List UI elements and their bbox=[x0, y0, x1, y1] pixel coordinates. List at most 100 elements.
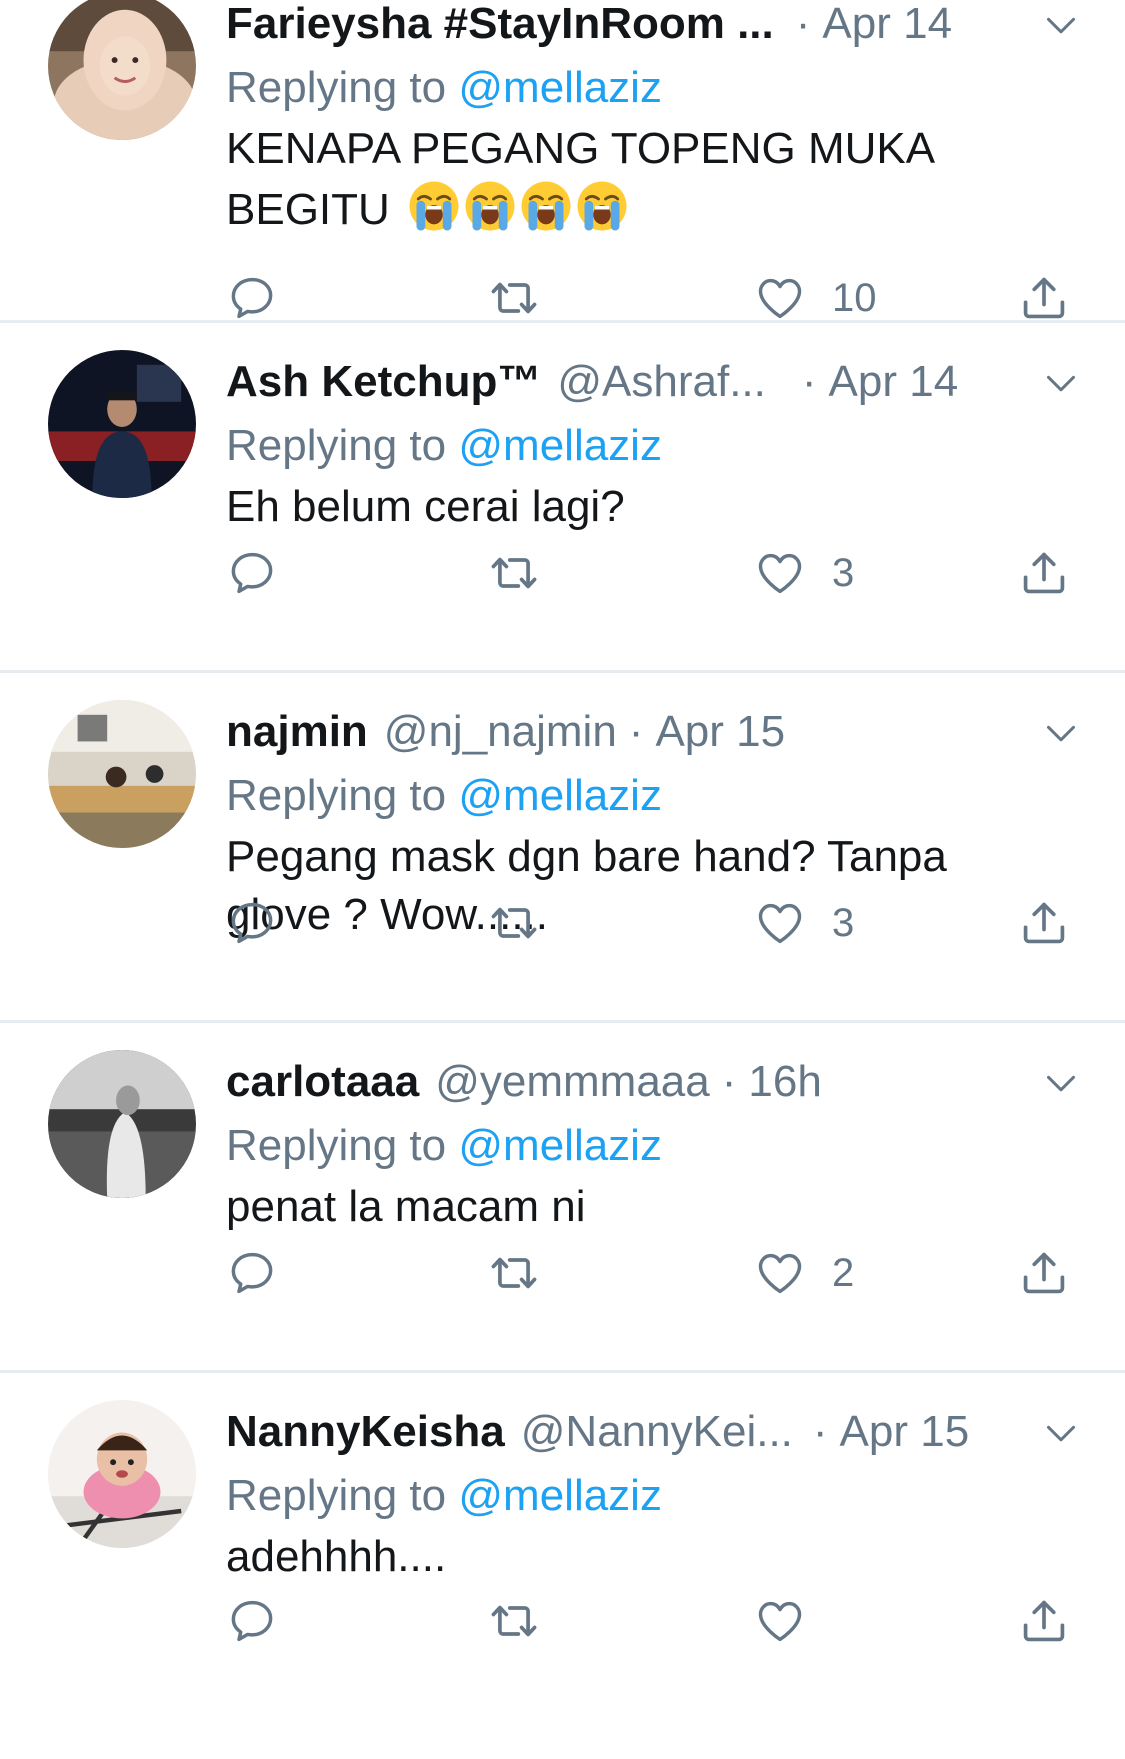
like-button[interactable]: 10 bbox=[754, 268, 877, 328]
timestamp[interactable]: Apr 15 bbox=[655, 707, 785, 757]
display-name[interactable]: carlotaaa bbox=[226, 1057, 419, 1107]
separator-dot: · bbox=[628, 707, 644, 756]
action-bar: 10 bbox=[226, 268, 1085, 328]
mention-link[interactable]: @mellaziz bbox=[458, 421, 662, 470]
heart-icon bbox=[754, 897, 806, 949]
reply-button[interactable] bbox=[226, 1243, 278, 1303]
reply-button[interactable] bbox=[226, 893, 278, 953]
share-button[interactable] bbox=[1018, 543, 1070, 603]
avatar[interactable] bbox=[48, 1050, 196, 1198]
heart-icon bbox=[754, 1595, 806, 1647]
like-count: 2 bbox=[832, 1250, 855, 1295]
reply-tweet[interactable]: Farieysha #StayInRoom ... · Apr 14 Reply… bbox=[0, 0, 1125, 323]
like-button[interactable]: 3 bbox=[754, 543, 854, 603]
reply-tweet[interactable]: carlotaaa @yemmmaaa · 16h Replying to @m… bbox=[0, 1023, 1125, 1373]
like-button[interactable]: 2 bbox=[754, 1243, 854, 1303]
reply-icon bbox=[226, 1247, 278, 1299]
like-button[interactable] bbox=[754, 1591, 832, 1651]
replying-to: Replying to @mellaziz bbox=[226, 56, 1085, 120]
reply-tweet[interactable]: najmin @nj_najmin · Apr 15 Replying to @… bbox=[0, 673, 1125, 1023]
mention-link[interactable]: @mellaziz bbox=[458, 771, 662, 820]
loudly-crying-face-icon bbox=[462, 178, 518, 234]
avatar[interactable] bbox=[48, 0, 196, 140]
reply-icon bbox=[226, 1595, 278, 1647]
retweet-icon bbox=[488, 1247, 540, 1299]
replying-to: Replying to @mellaziz bbox=[226, 764, 1085, 828]
replying-to-label: Replying to bbox=[226, 1471, 447, 1520]
retweet-button[interactable] bbox=[488, 893, 540, 953]
chevron-down-icon[interactable] bbox=[1037, 1414, 1085, 1454]
user-handle[interactable]: @NannyKei... bbox=[521, 1407, 793, 1457]
avatar[interactable] bbox=[48, 350, 196, 498]
tweet-text: penat la macam ni bbox=[226, 1182, 586, 1231]
heart-icon bbox=[754, 547, 806, 599]
retweet-button[interactable] bbox=[488, 1591, 540, 1651]
loudly-crying-face-icon bbox=[518, 178, 574, 234]
share-button[interactable] bbox=[1018, 893, 1070, 953]
reply-tweet[interactable]: NannyKeisha @NannyKei... · Apr 15 Replyi… bbox=[0, 1373, 1125, 1753]
reply-tweet[interactable]: Ash Ketchup™ @Ashraf... · Apr 14 Replyin… bbox=[0, 323, 1125, 673]
retweet-icon bbox=[488, 897, 540, 949]
timestamp[interactable]: 16h bbox=[748, 1057, 821, 1107]
display-name[interactable]: Ash Ketchup™ bbox=[226, 357, 541, 407]
reply-button[interactable] bbox=[226, 543, 278, 603]
like-count: 10 bbox=[832, 275, 877, 320]
timestamp[interactable]: Apr 14 bbox=[822, 0, 952, 49]
user-handle[interactable]: @yemmmaaa bbox=[435, 1057, 710, 1107]
reply-icon bbox=[226, 272, 278, 324]
loudly-crying-face-icon bbox=[406, 178, 462, 234]
timestamp[interactable]: Apr 14 bbox=[829, 357, 959, 407]
replying-to-label: Replying to bbox=[226, 1121, 447, 1170]
share-button[interactable] bbox=[1018, 268, 1070, 328]
share-icon bbox=[1018, 272, 1070, 324]
chevron-down-icon[interactable] bbox=[1037, 714, 1085, 754]
separator-dot: · bbox=[801, 357, 817, 406]
replying-to-label: Replying to bbox=[226, 771, 447, 820]
user-handle[interactable]: @nj_najmin bbox=[384, 707, 617, 757]
display-name[interactable]: Farieysha #StayInRoom ... bbox=[226, 0, 774, 49]
share-icon bbox=[1018, 1595, 1070, 1647]
retweet-button[interactable] bbox=[488, 1243, 540, 1303]
avatar[interactable] bbox=[48, 1400, 196, 1548]
share-icon bbox=[1018, 1247, 1070, 1299]
share-button[interactable] bbox=[1018, 1243, 1070, 1303]
retweet-button[interactable] bbox=[488, 268, 540, 328]
replying-to-label: Replying to bbox=[226, 63, 447, 112]
tweet-text: adehhhh.... bbox=[226, 1532, 447, 1581]
separator-dot: · bbox=[721, 1057, 737, 1106]
mention-link[interactable]: @mellaziz bbox=[458, 1471, 662, 1520]
reply-icon bbox=[226, 547, 278, 599]
chevron-down-icon[interactable] bbox=[1037, 6, 1085, 46]
mention-link[interactable]: @mellaziz bbox=[458, 63, 662, 112]
share-icon bbox=[1018, 897, 1070, 949]
avatar[interactable] bbox=[48, 700, 196, 848]
user-handle[interactable]: @Ashraf... bbox=[557, 357, 766, 407]
loudly-crying-face-icon bbox=[574, 178, 630, 234]
retweet-icon bbox=[488, 547, 540, 599]
timestamp[interactable]: Apr 15 bbox=[840, 1407, 970, 1457]
separator-dot: · bbox=[795, 0, 811, 48]
heart-icon bbox=[754, 1247, 806, 1299]
reply-button[interactable] bbox=[226, 268, 278, 328]
display-name[interactable]: NannyKeisha bbox=[226, 1407, 505, 1457]
heart-icon bbox=[754, 272, 806, 324]
retweet-icon bbox=[488, 1595, 540, 1647]
replying-to: Replying to @mellaziz bbox=[226, 1464, 1085, 1528]
reply-icon bbox=[226, 897, 278, 949]
replying-to-label: Replying to bbox=[226, 421, 447, 470]
reply-button[interactable] bbox=[226, 1591, 278, 1651]
retweet-button[interactable] bbox=[488, 543, 540, 603]
replying-to: Replying to @mellaziz bbox=[226, 1114, 1085, 1178]
like-button[interactable]: 3 bbox=[754, 893, 854, 953]
retweet-icon bbox=[488, 272, 540, 324]
chevron-down-icon[interactable] bbox=[1037, 364, 1085, 404]
action-bar: 3 bbox=[226, 893, 1085, 953]
chevron-down-icon[interactable] bbox=[1037, 1064, 1085, 1104]
replying-to: Replying to @mellaziz bbox=[226, 414, 1085, 478]
action-bar bbox=[226, 1591, 1085, 1651]
display-name[interactable]: najmin bbox=[226, 707, 368, 757]
mention-link[interactable]: @mellaziz bbox=[458, 1121, 662, 1170]
separator-dot: · bbox=[812, 1407, 828, 1456]
share-button[interactable] bbox=[1018, 1591, 1070, 1651]
tweet-text: Eh belum cerai lagi? bbox=[226, 482, 625, 531]
